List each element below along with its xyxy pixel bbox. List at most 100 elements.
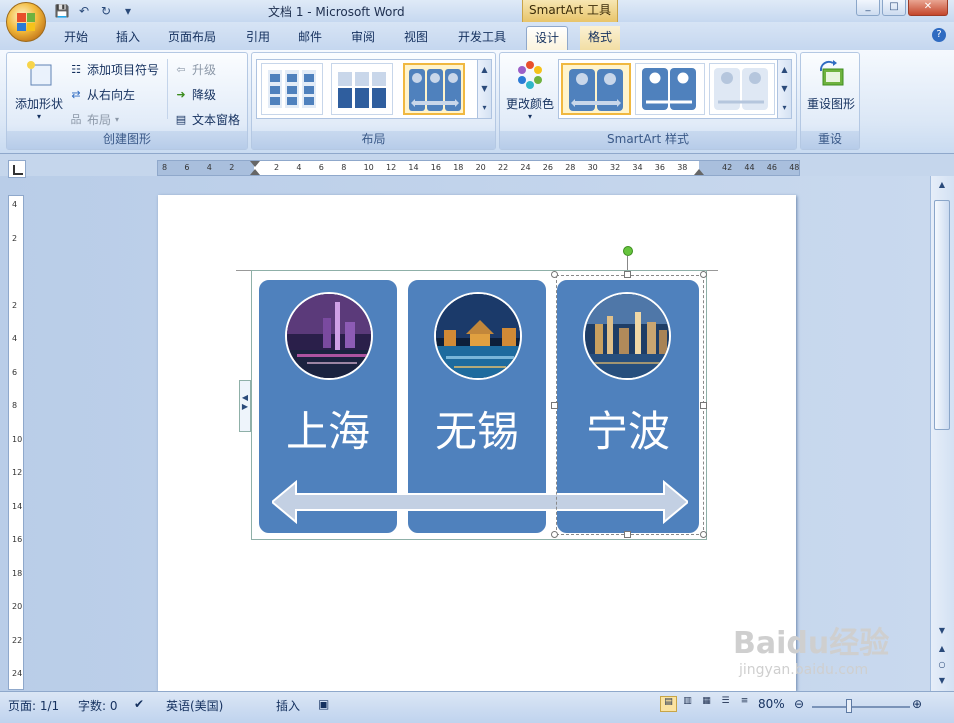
layout-option-3-selected[interactable] — [403, 63, 465, 115]
layout-option-1[interactable] — [261, 63, 323, 115]
scrollbar-thumb[interactable] — [934, 200, 950, 430]
undo-icon[interactable]: ↶ — [76, 3, 92, 19]
text-pane-icon: ▤ — [175, 112, 187, 126]
styles-gallery: ▲ ▼ ▾ — [558, 59, 792, 119]
resize-handle-tr[interactable] — [700, 271, 707, 278]
reset-group-label: 重设 — [801, 131, 859, 149]
rotation-handle[interactable] — [623, 246, 633, 256]
resize-handle-right[interactable] — [700, 402, 707, 409]
ruler-tick-label: 12 — [386, 163, 397, 172]
tab-insert[interactable]: 插入 — [108, 26, 148, 50]
scroll-up-icon[interactable]: ▲ — [934, 180, 950, 194]
reset-graphic-button[interactable]: 重设图形 — [803, 59, 859, 112]
change-colors-button[interactable]: 更改颜色 ▾ — [502, 59, 558, 121]
resize-handle-left[interactable] — [551, 402, 558, 409]
hanging-indent-marker[interactable] — [250, 169, 260, 175]
layouts-gallery-scroll[interactable]: ▲ ▼ ▾ — [477, 60, 491, 118]
tab-home[interactable]: 开始 — [56, 26, 96, 50]
resize-handle-br[interactable] — [700, 531, 707, 538]
scroll-down-icon[interactable]: ▼ — [478, 79, 491, 98]
tab-review[interactable]: 审阅 — [343, 26, 383, 50]
ruler-tick-label: 14 — [408, 163, 419, 172]
scroll-down-icon[interactable]: ▼ — [934, 626, 950, 640]
customize-qat-icon[interactable]: ▾ — [120, 3, 136, 19]
horizontal-ruler[interactable]: 8 6 4 2 2 4 6 8 10 12 14 16 18 20 22 24 26 28 30 32 34 36 38 42… — [157, 160, 800, 176]
text-pane-toggle[interactable]: ◀ ▶ — [239, 380, 251, 432]
minimize-button[interactable]: _ — [856, 0, 880, 16]
tab-developer[interactable]: 开发工具 — [450, 26, 514, 50]
ruler-tick-label: 14 — [12, 501, 23, 511]
style-option-3[interactable] — [709, 63, 775, 115]
tab-selector-button[interactable] — [8, 160, 26, 178]
layout-button[interactable]: 品 布局 ▾ — [69, 109, 120, 129]
style-option-1-selected[interactable] — [561, 63, 631, 115]
resize-handle-top[interactable] — [624, 271, 631, 278]
right-to-left-label: 从右向左 — [87, 87, 136, 102]
right-to-left-button[interactable]: ⇄ 从右向左 — [69, 84, 135, 104]
ruler-tick-label: 16 — [12, 535, 23, 544]
zoom-out-icon[interactable]: ⊖ — [794, 697, 804, 711]
vertical-ruler[interactable]: 4 2 2 4 6 8 10 12 14 16 18 20 22 24 — [8, 195, 24, 690]
more-icon[interactable]: ▾ — [478, 98, 491, 117]
office-button[interactable] — [6, 2, 46, 42]
redo-icon[interactable]: ↻ — [98, 3, 114, 19]
scroll-down-icon[interactable]: ▼ — [778, 79, 791, 98]
next-page-icon[interactable]: ▼ — [934, 676, 950, 690]
resize-handle-bottom[interactable] — [624, 531, 631, 538]
zoom-slider[interactable] — [812, 706, 910, 708]
web-layout-icon[interactable]: ▦ — [698, 696, 715, 712]
scroll-up-icon[interactable]: ▲ — [778, 60, 791, 79]
full-screen-reading-icon[interactable]: ▥ — [679, 696, 696, 712]
select-browse-object-icon[interactable]: ○ — [934, 660, 950, 674]
resize-handle-bl[interactable] — [551, 531, 558, 538]
styles-gallery-scroll[interactable]: ▲ ▼ ▾ — [777, 60, 791, 118]
add-bullet-button[interactable]: ☷ 添加项目符号 — [69, 59, 159, 79]
more-icon[interactable]: ▾ — [778, 98, 791, 117]
layout-option-2[interactable] — [331, 63, 393, 115]
language-indicator[interactable]: 英语(美国) — [166, 697, 223, 714]
insert-mode[interactable]: 插入 — [276, 697, 300, 714]
tab-references[interactable]: 引用 — [238, 26, 278, 50]
tab-page-layout[interactable]: 页面布局 — [160, 26, 224, 50]
save-icon[interactable]: 💾 — [54, 3, 70, 19]
layouts-group: ▲ ▼ ▾ 布局 — [251, 52, 496, 150]
outline-icon[interactable]: ☰ — [717, 696, 734, 712]
page-count[interactable]: 页面: 1/1 — [8, 697, 59, 714]
watermark-brand: Baidu经验 — [733, 626, 890, 661]
promote-button[interactable]: ⇦ 升级 — [174, 59, 216, 79]
previous-page-icon[interactable]: ▲ — [934, 644, 950, 658]
close-button[interactable]: ✕ — [908, 0, 948, 16]
demote-button[interactable]: ➜ 降级 — [174, 84, 216, 104]
macro-record-icon[interactable]: ▣ — [318, 697, 329, 711]
help-icon[interactable]: ? — [932, 28, 946, 42]
zoom-in-icon[interactable]: ⊕ — [912, 697, 922, 711]
window-controls: _ □ ✕ — [856, 0, 948, 16]
city-label-wuxi[interactable]: 无锡 — [408, 398, 546, 459]
zoom-level[interactable]: 80% — [758, 697, 785, 711]
word-count[interactable]: 字数: 0 — [78, 697, 118, 714]
ruler-tick-label: 44 — [744, 163, 755, 172]
zoom-slider-thumb[interactable] — [846, 699, 852, 713]
resize-handle-tl[interactable] — [551, 271, 558, 278]
city-photo-wuxi — [434, 292, 522, 380]
city-label-shanghai[interactable]: 上海 — [259, 398, 397, 459]
ruler-tick-label: 18 — [12, 568, 23, 578]
tab-design[interactable]: 设计 — [526, 26, 569, 51]
scroll-up-icon[interactable]: ▲ — [478, 60, 491, 79]
draft-icon[interactable]: ≡ — [736, 696, 753, 712]
text-pane-button[interactable]: ▤ 文本窗格 — [174, 109, 240, 129]
add-shape-icon — [23, 59, 55, 91]
proofing-icon[interactable]: ✔ — [134, 697, 144, 711]
first-line-indent-marker[interactable] — [250, 161, 260, 167]
tab-format[interactable]: 格式 — [580, 26, 621, 50]
style-option-2[interactable] — [635, 63, 705, 115]
promote-label: 升级 — [192, 62, 217, 77]
add-shape-button[interactable]: 添加形状 ▾ — [11, 59, 67, 121]
maximize-button[interactable]: □ — [882, 0, 906, 16]
vertical-scrollbar[interactable]: ▲ ▼ ▲ ○ ▼ — [930, 176, 954, 691]
right-indent-marker[interactable] — [694, 169, 704, 175]
ruler-tick-label: 6 — [184, 163, 190, 172]
tab-view[interactable]: 视图 — [396, 26, 436, 50]
tab-mailings[interactable]: 邮件 — [290, 26, 330, 50]
print-layout-icon[interactable]: ▤ — [660, 696, 677, 712]
